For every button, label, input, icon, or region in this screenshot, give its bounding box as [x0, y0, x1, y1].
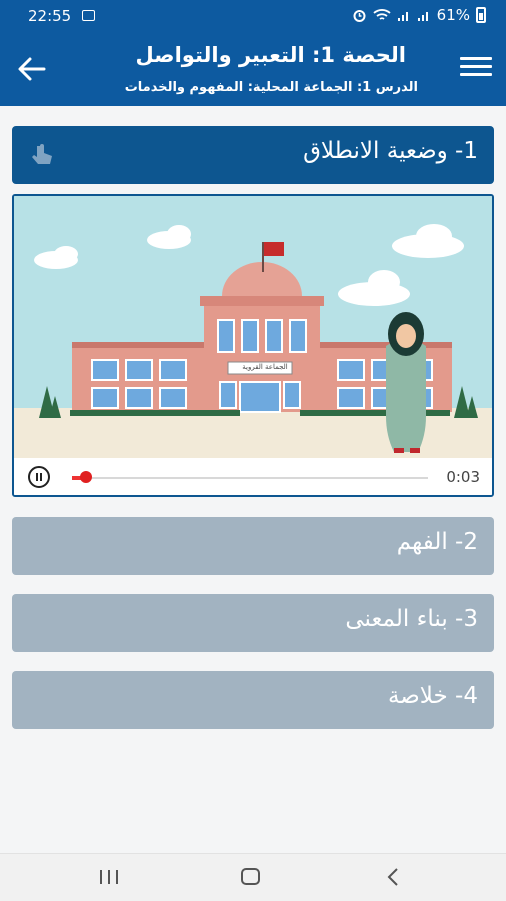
section-label: 1- وضعية الانطلاق: [303, 138, 478, 164]
page-subtitle: الدرس 1: الجماعة المحلية: المفهوم والخدم…: [124, 80, 418, 95]
media-panel: الجماعة القروية 0:03: [12, 194, 494, 497]
recent-apps-icon[interactable]: [100, 870, 120, 884]
back-chevron-icon[interactable]: [384, 866, 404, 888]
arrow-left-icon[interactable]: [14, 53, 50, 85]
building-sign-text: الجماعة القروية: [242, 363, 288, 371]
status-time: 22:55: [28, 7, 72, 25]
app-bar: الحصة 1: التعبير والتواصل الدرس 1: الجما…: [0, 33, 506, 106]
wifi-icon: [373, 9, 391, 20]
status-icons: 61%: [352, 6, 486, 24]
pause-icon[interactable]: [28, 466, 50, 488]
signal-icon: [397, 12, 408, 21]
audio-player: 0:03: [14, 458, 492, 495]
illustration-town-hall: [14, 196, 492, 458]
touch-gesture-icon: [32, 144, 52, 164]
signal-icon: [417, 12, 428, 21]
hamburger-menu-icon[interactable]: [460, 57, 492, 83]
battery-percent: 61%: [436, 6, 470, 24]
section-label: 3- بناء المعنى: [345, 606, 478, 632]
audio-time: 0:03: [446, 468, 480, 486]
status-bar: 22:55 61%: [0, 0, 506, 33]
section-header-3[interactable]: 3- بناء المعنى: [12, 594, 494, 652]
character-figure: [386, 312, 426, 453]
section-label: 4- خلاصة: [387, 683, 478, 709]
audio-seek-thumb[interactable]: [80, 471, 93, 483]
alarm-icon: [353, 9, 366, 22]
system-nav-bar: [0, 853, 506, 901]
section-header-4[interactable]: 4- خلاصة: [12, 671, 494, 729]
section-header-2[interactable]: 2- الفهم: [12, 517, 494, 575]
home-icon[interactable]: [241, 868, 260, 885]
section-label: 2- الفهم: [396, 529, 478, 555]
battery-icon: [476, 7, 486, 23]
section-header-1[interactable]: 1- وضعية الانطلاق: [12, 126, 494, 184]
image-icon: [82, 10, 95, 21]
page-title: الحصة 1: التعبير والتواصل: [135, 43, 406, 67]
audio-track[interactable]: [72, 477, 428, 479]
